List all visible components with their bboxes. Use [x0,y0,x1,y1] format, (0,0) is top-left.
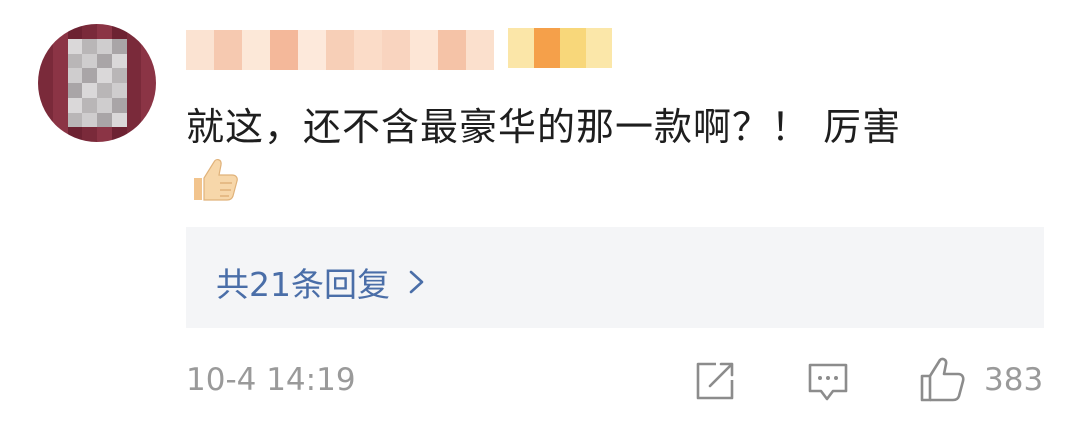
view-replies-link[interactable]: 共21条回复 [216,258,426,306]
user-badge-blurred [508,28,612,68]
username-blurred[interactable] [186,30,494,70]
comment-text: 就这，还不含最豪华的那一款啊？！ 厉害 [186,105,902,149]
view-replies-label: 共21条回复 [216,265,390,304]
like-count: 383 [984,362,1044,398]
comment-icon[interactable] [806,360,850,404]
comment-timestamp: 10-4 14:19 [186,362,356,398]
chevron-right-icon [409,270,424,294]
like-icon[interactable] [918,356,966,404]
thumbs-up-emoji-icon [194,159,238,201]
user-avatar[interactable] [38,24,156,142]
share-icon[interactable] [694,360,736,402]
